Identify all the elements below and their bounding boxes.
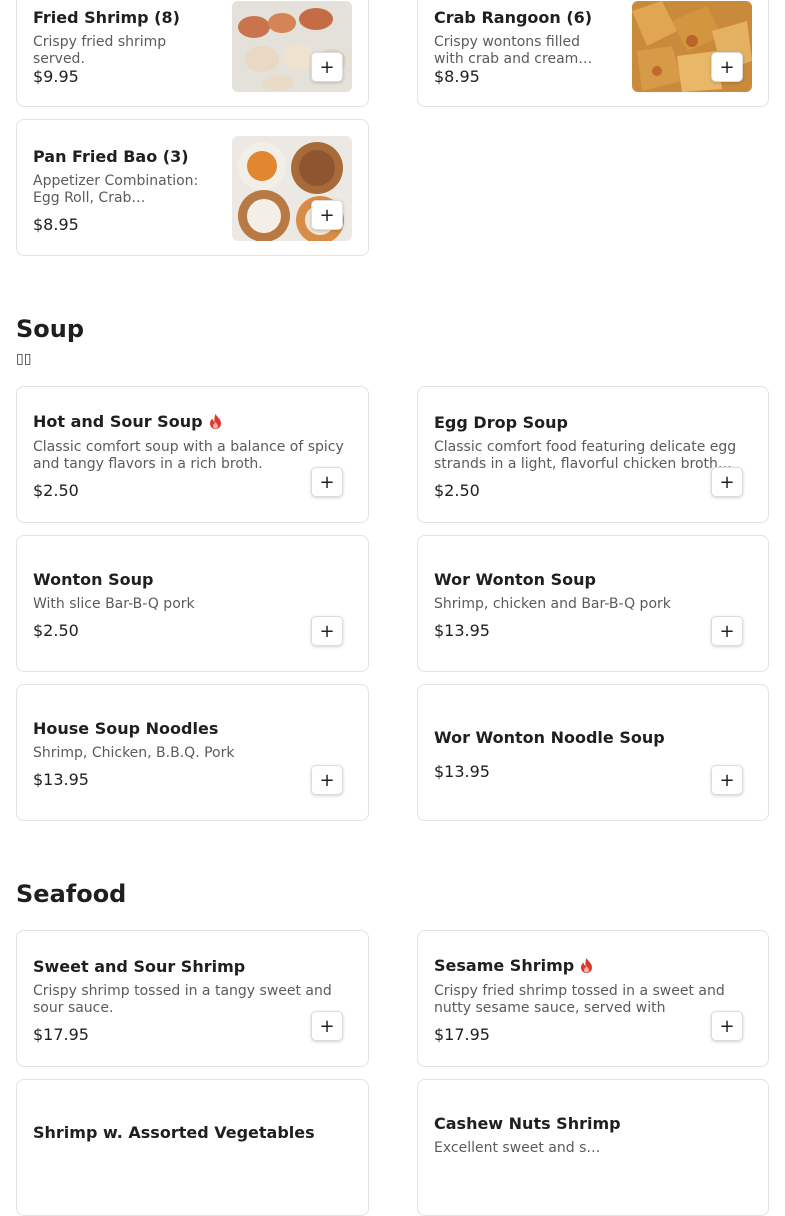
add-to-cart-button[interactable]: +	[311, 52, 343, 82]
item-description: Shrimp, Chicken, B.B.Q. Pork	[33, 745, 235, 761]
add-to-cart-button[interactable]: +	[311, 467, 343, 497]
item-price: $2.50	[33, 481, 79, 500]
item-description: Excellent sweet and s…	[434, 1140, 601, 1156]
item-price: $17.95	[33, 1025, 89, 1044]
section-title-seafood: Seafood	[16, 880, 127, 908]
item-name: Wonton Soup	[33, 570, 154, 589]
menu-item-card[interactable]: Sesame Shrimp Crispy fried shrimp tossed…	[417, 930, 769, 1067]
add-to-cart-button[interactable]: +	[711, 765, 743, 795]
item-description: Classic comfort food featuring delicate …	[434, 439, 737, 472]
plus-icon: +	[319, 56, 335, 78]
item-description: Crispy wontons filled with crab and crea…	[434, 34, 593, 67]
menu-item-card[interactable]: Shrimp w. Assorted Vegetables	[16, 1079, 369, 1216]
item-price: $13.95	[434, 621, 490, 640]
item-name-row: Sesame Shrimp	[434, 956, 593, 975]
item-price: $8.95	[33, 215, 79, 234]
item-name: Crab Rangoon (6)	[434, 8, 593, 27]
menu-item-card[interactable]: Crab Rangoon (6) Crispy wontons filled w…	[417, 0, 769, 107]
section-subtitle-soup: ▯▯	[16, 351, 32, 367]
spicy-flame-icon	[209, 414, 221, 429]
item-name: Egg Drop Soup	[434, 413, 568, 432]
add-to-cart-button[interactable]: +	[311, 765, 343, 795]
item-price: $9.95	[33, 67, 79, 86]
add-to-cart-button[interactable]: +	[711, 616, 743, 646]
item-description: Classic comfort soup with a balance of s…	[33, 439, 344, 472]
menu-item-card[interactable]: Wor Wonton Soup Shrimp, chicken and Bar-…	[417, 535, 769, 672]
plus-icon: +	[319, 769, 335, 791]
menu-item-card[interactable]: Fried Shrimp (8) Crispy fried shrimp ser…	[16, 0, 369, 107]
item-description: Shrimp, chicken and Bar-B-Q pork	[434, 596, 671, 612]
item-price: $2.50	[434, 481, 480, 500]
plus-icon: +	[719, 471, 735, 493]
plus-icon: +	[319, 471, 335, 493]
item-price: $13.95	[33, 770, 89, 789]
menu-item-card[interactable]: Sweet and Sour Shrimp Crispy shrimp toss…	[16, 930, 369, 1067]
menu-item-card[interactable]: Cashew Nuts Shrimp Excellent sweet and s…	[417, 1079, 769, 1216]
item-name: Wor Wonton Noodle Soup	[434, 728, 665, 747]
add-to-cart-button[interactable]: +	[711, 52, 743, 82]
add-to-cart-button[interactable]: +	[311, 1011, 343, 1041]
plus-icon: +	[719, 769, 735, 791]
item-description: Crispy fried shrimp served.	[33, 34, 167, 67]
item-name-row: Hot and Sour Soup	[33, 412, 222, 431]
plus-icon: +	[319, 1015, 335, 1037]
item-price: $8.95	[434, 67, 480, 86]
menu-item-card[interactable]: Egg Drop Soup Classic comfort food featu…	[417, 386, 769, 523]
plus-icon: +	[719, 56, 735, 78]
item-price: $2.50	[33, 621, 79, 640]
item-description: Crispy shrimp tossed in a tangy sweet an…	[33, 983, 332, 1016]
add-to-cart-button[interactable]: +	[711, 1011, 743, 1041]
item-name: Sweet and Sour Shrimp	[33, 957, 246, 976]
add-to-cart-button[interactable]: +	[311, 616, 343, 646]
spicy-flame-icon	[581, 958, 593, 973]
item-name: Wor Wonton Soup	[434, 570, 596, 589]
menu-item-card[interactable]: Pan Fried Bao (3) Appetizer Combination:…	[16, 119, 369, 256]
plus-icon: +	[319, 620, 335, 642]
plus-icon: +	[719, 1015, 735, 1037]
item-name: House Soup Noodles	[33, 719, 219, 738]
section-title-soup: Soup	[16, 315, 85, 343]
item-price: $17.95	[434, 1025, 490, 1044]
item-price: $13.95	[434, 762, 490, 781]
add-to-cart-button[interactable]: +	[311, 200, 343, 230]
plus-icon: +	[719, 620, 735, 642]
item-description: Appetizer Combination: Egg Roll, Crab…	[33, 173, 199, 206]
item-name: Sesame Shrimp	[434, 956, 575, 975]
item-name: Shrimp w. Assorted Vegetables	[33, 1123, 315, 1142]
menu-item-card[interactable]: Hot and Sour Soup Classic comfort soup w…	[16, 386, 369, 523]
item-name: Hot and Sour Soup	[33, 412, 203, 431]
add-to-cart-button[interactable]: +	[711, 467, 743, 497]
item-name: Fried Shrimp (8)	[33, 8, 180, 27]
item-name: Cashew Nuts Shrimp	[434, 1114, 621, 1133]
item-description: Crispy fried shrimp tossed in a sweet an…	[434, 983, 725, 1016]
item-description: With slice Bar-B-Q pork	[33, 596, 195, 612]
item-name: Pan Fried Bao (3)	[33, 147, 189, 166]
menu-item-card[interactable]: House Soup Noodles Shrimp, Chicken, B.B.…	[16, 684, 369, 821]
menu-item-card[interactable]: Wor Wonton Noodle Soup $13.95 +	[417, 684, 769, 821]
plus-icon: +	[319, 204, 335, 226]
menu-item-card[interactable]: Wonton Soup With slice Bar-B-Q pork $2.5…	[16, 535, 369, 672]
